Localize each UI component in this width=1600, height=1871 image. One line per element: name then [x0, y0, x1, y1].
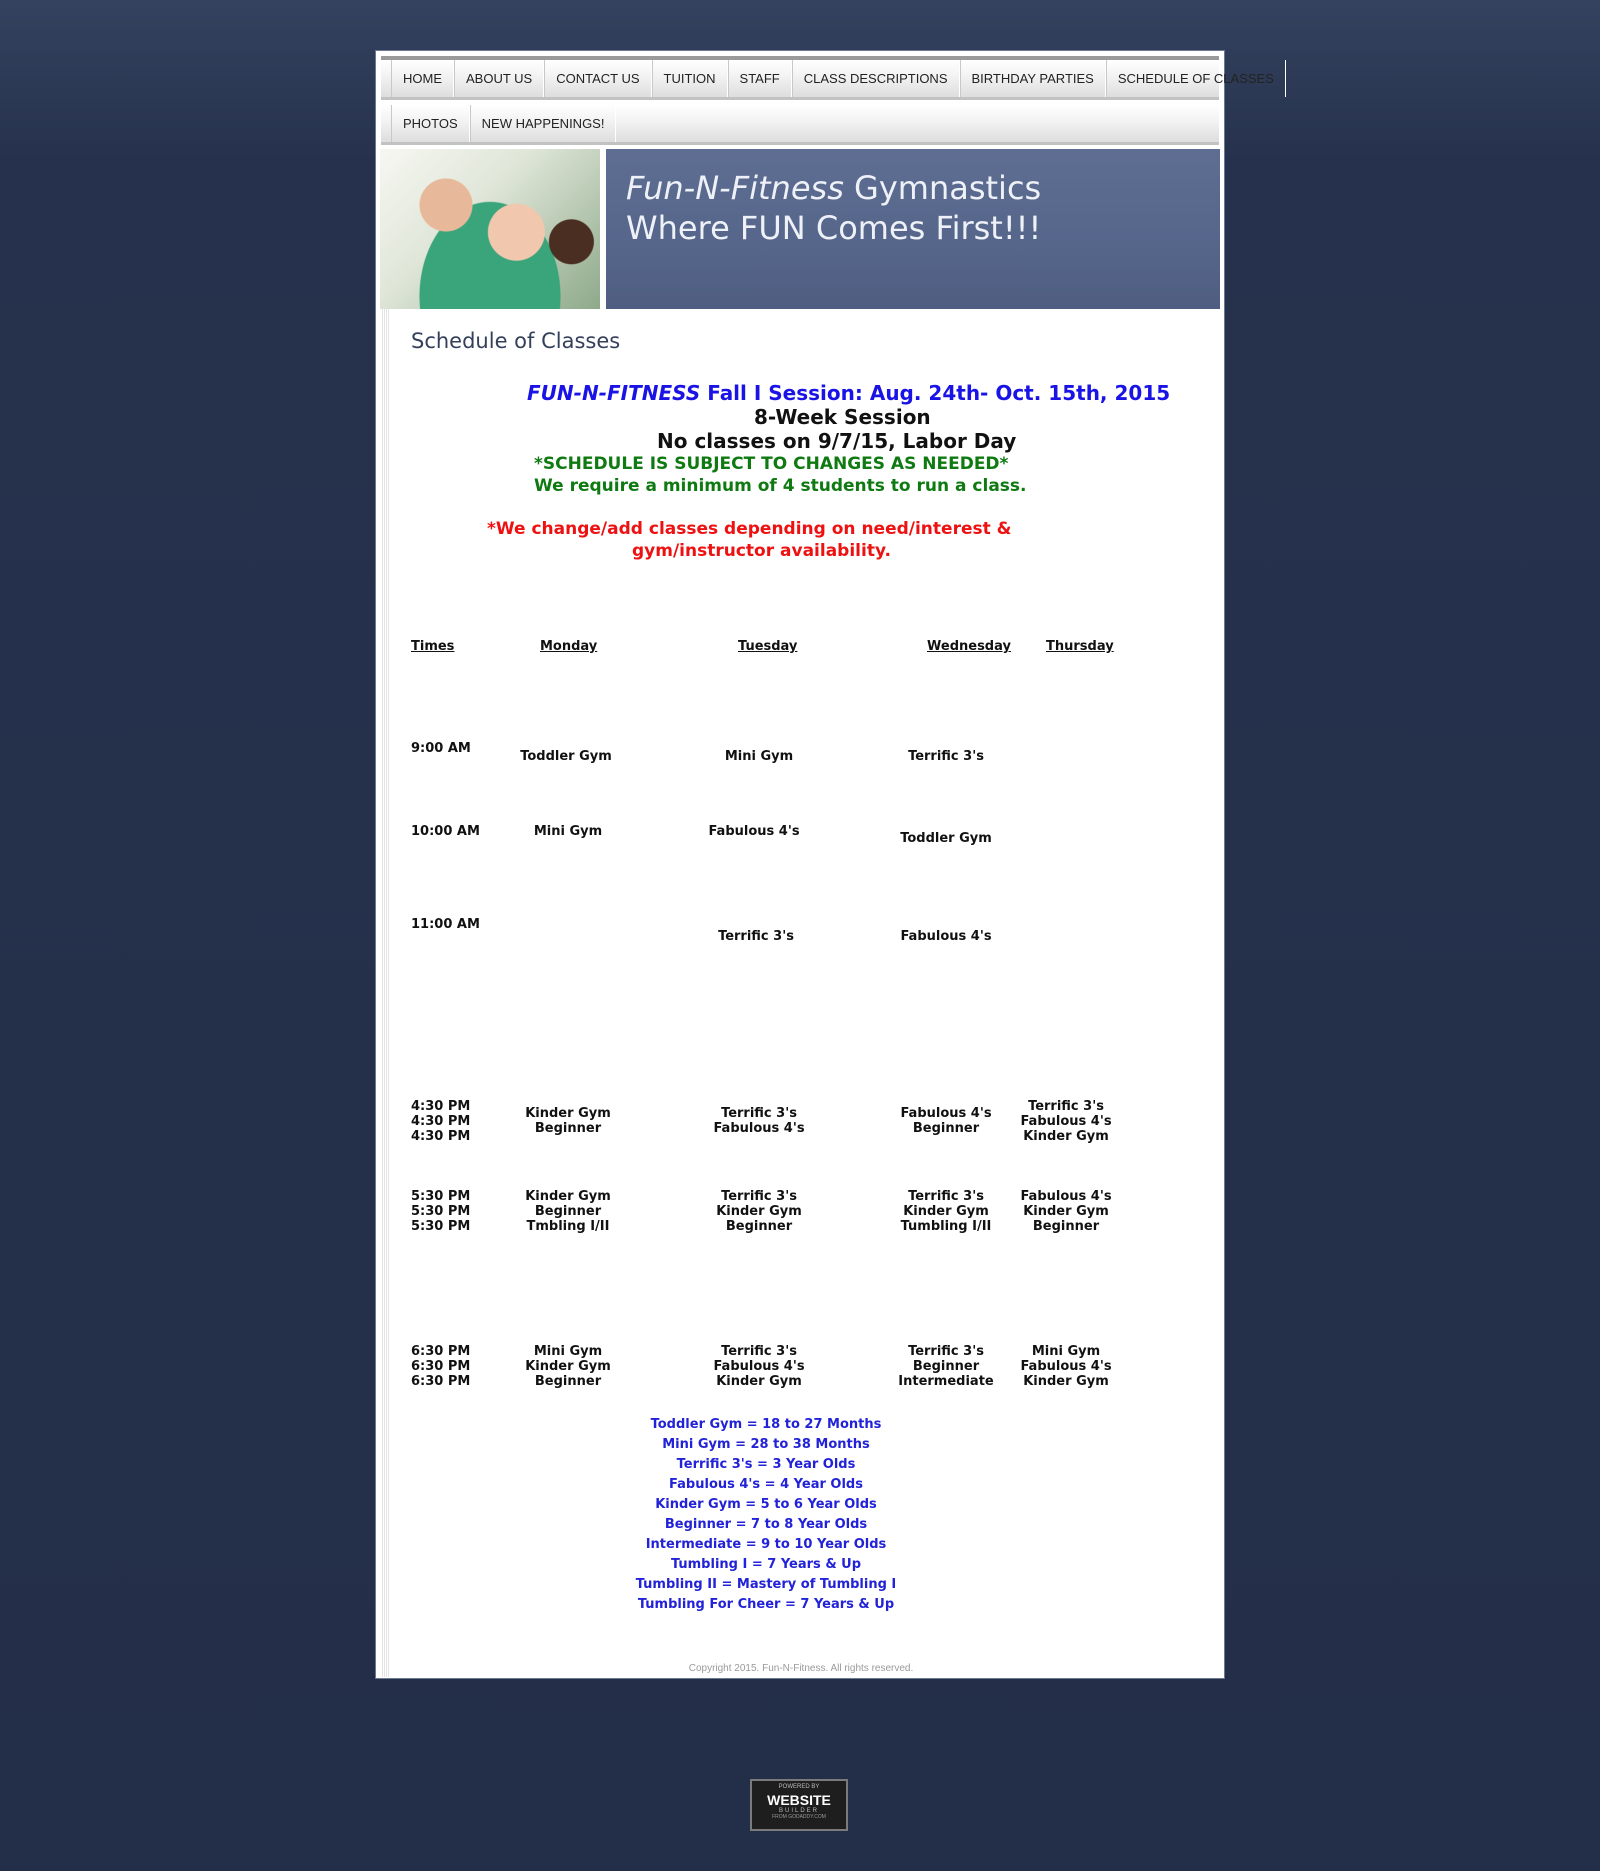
col-header-monday: Monday [540, 639, 598, 654]
thursday-cell: Mini Gym Fabulous 4's Kinder Gym [1020, 1344, 1112, 1389]
session-no-classes: No classes on 9/7/15, Labor Day [657, 429, 1017, 453]
nav-tuition[interactable]: TUITION [651, 60, 728, 97]
schedule-change-notice: *SCHEDULE IS SUBJECT TO CHANGES AS NEEDE… [534, 454, 1009, 474]
session-weeks: 8-Week Session [754, 405, 931, 429]
nav-photos[interactable]: PHOTOS [391, 105, 470, 142]
col-header-tuesday: Tuesday [738, 639, 798, 654]
banner-title-rest: Gymnastics [843, 169, 1042, 207]
tuesday-cell: Terrific 3's Fabulous 4's [713, 1106, 805, 1136]
monday-cell: Kinder Gym Beginner Tmbling I/II [525, 1189, 611, 1234]
nav-birthday-parties[interactable]: BIRTHDAY PARTIES [959, 60, 1106, 97]
legend-item: Beginner = 7 to 8 Year Olds [664, 1517, 868, 1532]
tuesday-cell: Terrific 3's Kinder Gym Beginner [716, 1189, 802, 1234]
badge-powered-by: POWERED BY [778, 1784, 820, 1790]
badge-website: WEBSITE [767, 1792, 831, 1808]
time-cell: 5:30 PM 5:30 PM 5:30 PM [411, 1189, 471, 1234]
session-dates: Fall I Session: Aug. 24th- Oct. 15th, 20… [700, 381, 1171, 405]
wednesday-cell: Fabulous 4's [900, 929, 992, 944]
minimum-students-notice: We require a minimum of 4 students to ru… [534, 476, 1027, 496]
col-header-wednesday: Wednesday [927, 639, 1011, 654]
page-container: HOME ABOUT US CONTACT US TUITION STAFF C… [375, 50, 1286, 1679]
tuesday-cell: Mini Gym [724, 749, 794, 764]
wednesday-cell: Terrific 3's Kinder Gym Tumbling I/II [900, 1189, 992, 1234]
legend-item: Tumbling For Cheer = 7 Years & Up [637, 1597, 895, 1612]
time-cell: 4:30 PM 4:30 PM 4:30 PM [411, 1099, 471, 1144]
thursday-cell: Terrific 3's Fabulous 4's Kinder Gym [1020, 1099, 1112, 1144]
monday-cell: Toddler Gym [520, 749, 612, 764]
change-classes-notice-2: gym/instructor availability. [632, 541, 891, 561]
monday-cell: Mini Gym [533, 824, 603, 839]
wednesday-cell: Fabulous 4's Beginner [900, 1106, 992, 1136]
legend-item: Kinder Gym = 5 to 6 Year Olds [655, 1497, 877, 1512]
nav-row-1: HOME ABOUT US CONTACT US TUITION STAFF C… [381, 60, 1286, 100]
nav-class-descriptions[interactable]: CLASS DESCRIPTIONS [791, 60, 960, 97]
header-banner: Fun-N-Fitness Gymnastics Where FUN Comes… [606, 149, 1220, 309]
legend-item: Fabulous 4's = 4 Year Olds [669, 1477, 863, 1492]
website-builder-badge[interactable]: POWERED BY WEBSITE BUILDER FROM GODADDY.… [750, 1779, 848, 1831]
nav-home[interactable]: HOME [391, 60, 454, 97]
time-cell: 11:00 AM [411, 917, 480, 932]
age-legend: Toddler Gym = 18 to 27 Months Mini Gym =… [556, 1415, 976, 1615]
wednesday-cell: Terrific 3's [908, 749, 984, 764]
legend-item: Mini Gym = 28 to 38 Months [662, 1437, 870, 1452]
legend-item: Toddler Gym = 18 to 27 Months [650, 1417, 882, 1432]
nav-contact-us[interactable]: CONTACT US [544, 60, 652, 97]
left-decorative-rule [382, 307, 390, 1677]
page-title: Schedule of Classes [411, 329, 621, 353]
legend-item: Tumbling II = Mastery of Tumbling I [635, 1577, 897, 1592]
session-heading: FUN-N-FITNESS Fall I Session: Aug. 24th-… [527, 381, 1170, 405]
wednesday-cell: Terrific 3's Beginner Intermediate [898, 1344, 994, 1389]
monday-cell: Mini Gym Kinder Gym Beginner [525, 1344, 611, 1389]
badge-domain: FROM GODADDY.COM [772, 1814, 826, 1820]
session-brand: FUN-N-FITNESS [527, 381, 701, 405]
time-cell: 10:00 AM [411, 824, 480, 839]
col-header-times: Times [411, 639, 455, 654]
monday-cell: Kinder Gym Beginner [525, 1106, 611, 1136]
nav-staff[interactable]: STAFF [727, 60, 792, 97]
time-cell: 6:30 PM 6:30 PM 6:30 PM [411, 1344, 471, 1389]
time-cell: 9:00 AM [411, 741, 471, 756]
legend-item: Tumbling I = 7 Years & Up [670, 1557, 862, 1572]
change-classes-notice-1: *We change/add classes depending on need… [487, 519, 1012, 539]
copyright-text: Copyright 2015. Fun-N-Fitness. All right… [688, 1663, 914, 1674]
tuesday-cell: Terrific 3's [718, 929, 794, 944]
banner-tagline: Where FUN Comes First!!! [626, 209, 1042, 247]
col-header-thursday: Thursday [1046, 639, 1114, 654]
main-navigation: HOME ABOUT US CONTACT US TUITION STAFF C… [381, 56, 1286, 150]
banner-title: Fun-N-Fitness Gymnastics [626, 169, 1041, 207]
thursday-cell: Fabulous 4's Kinder Gym Beginner [1020, 1189, 1112, 1234]
tuesday-cell: Fabulous 4's [708, 824, 800, 839]
nav-new-happenings[interactable]: NEW HAPPENINGS! [469, 105, 617, 142]
wednesday-cell: Toddler Gym [900, 831, 992, 846]
legend-item: Terrific 3's = 3 Year Olds [676, 1457, 856, 1472]
legend-item: Intermediate = 9 to 10 Year Olds [645, 1537, 887, 1552]
banner-brand: Fun-N-Fitness [626, 169, 844, 207]
tuesday-cell: Terrific 3's Fabulous 4's Kinder Gym [713, 1344, 805, 1389]
header-photo-children [380, 149, 600, 309]
nav-row-2: PHOTOS NEW HAPPENINGS! [381, 105, 1219, 145]
nav-about-us[interactable]: ABOUT US [454, 60, 545, 97]
nav-schedule-of-classes[interactable]: SCHEDULE OF CLASSES [1105, 60, 1286, 97]
